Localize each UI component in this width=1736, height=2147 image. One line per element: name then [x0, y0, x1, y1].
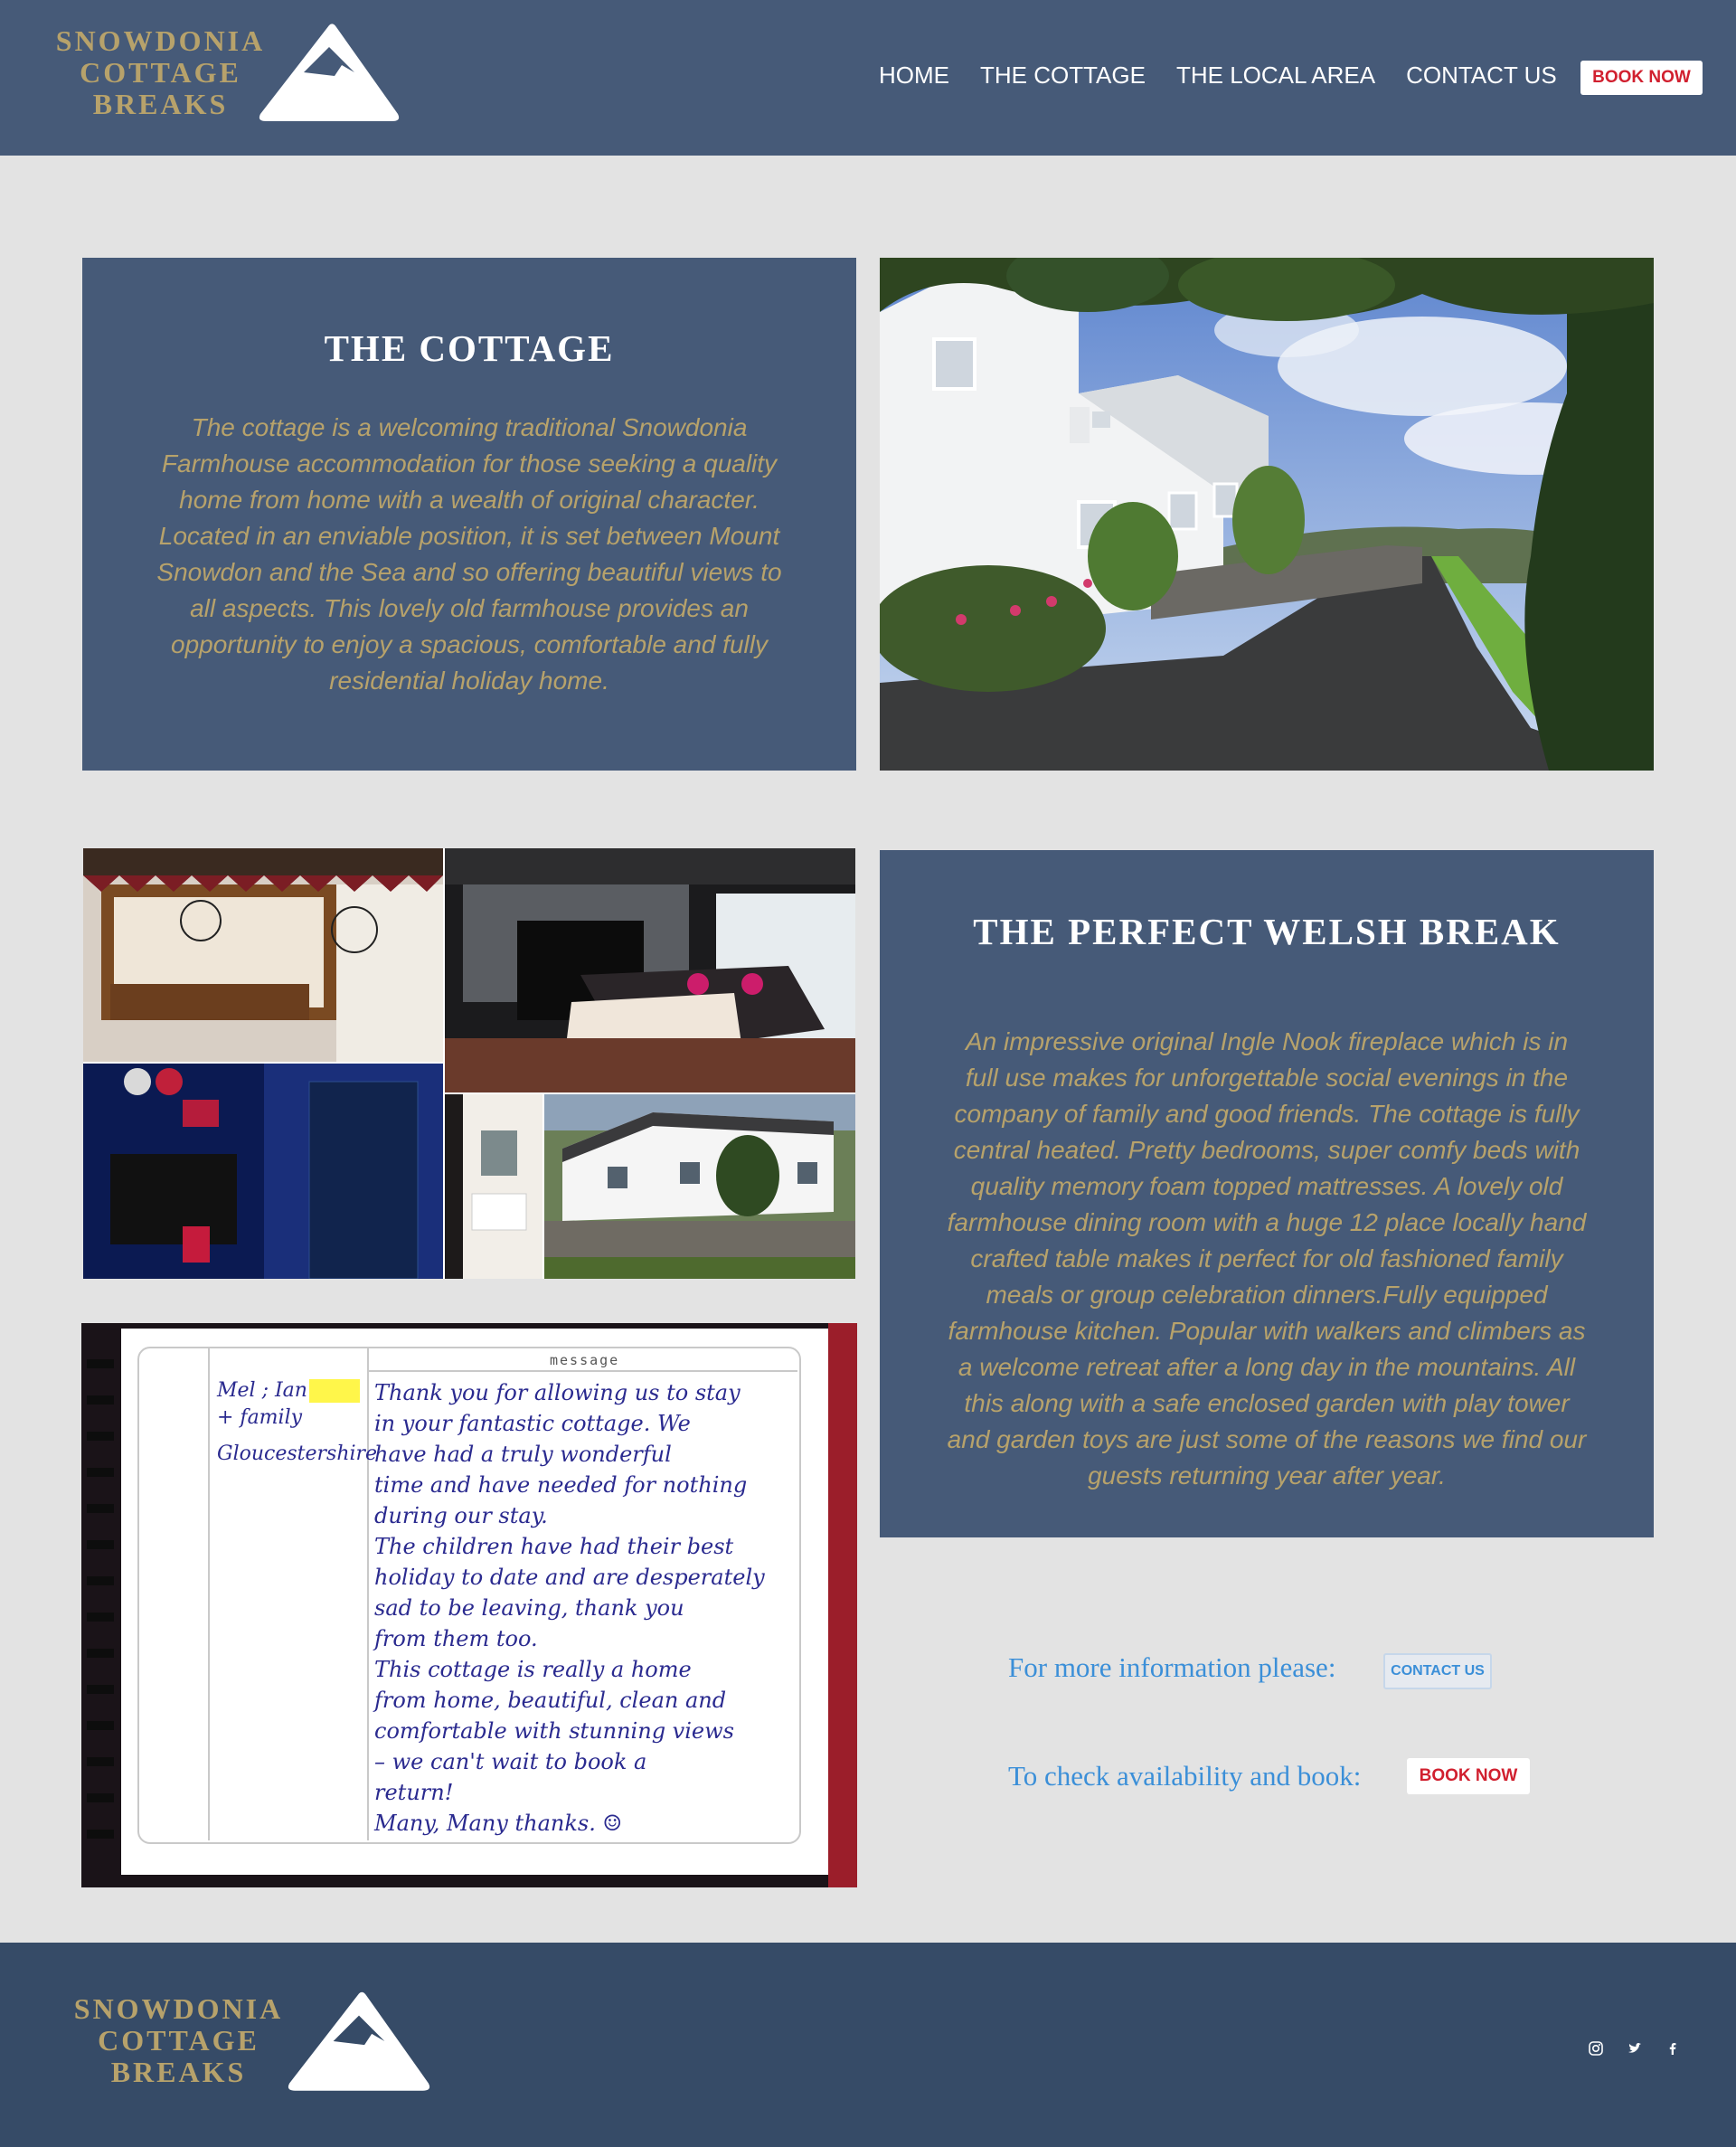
facebook-icon[interactable]: [1663, 2038, 1683, 2058]
footer-brand-line-1: SNOWDONIA: [73, 1992, 284, 2025]
contact-us-button[interactable]: CONTACT US: [1383, 1653, 1492, 1689]
guestbook-column-divider: [208, 1347, 210, 1840]
check-availability-text: To check availability and book:: [1008, 1760, 1362, 1792]
nav-the-cottage[interactable]: THE COTTAGE: [980, 61, 1146, 90]
nav-the-local-area[interactable]: THE LOCAL AREA: [1176, 61, 1375, 90]
notebook-binding-rings: [87, 1359, 114, 1839]
nav-home[interactable]: HOME: [879, 61, 949, 90]
cottage-exterior-photo: [880, 258, 1654, 771]
twitter-icon[interactable]: [1625, 2038, 1645, 2058]
cta-book-now-button[interactable]: BOOK NOW: [1407, 1758, 1530, 1794]
more-info-text: For more information please:: [1008, 1651, 1336, 1683]
footer-brand-line-3: BREAKS: [110, 2056, 247, 2088]
footer-brand-logo-text[interactable]: SNOWDONIA COTTAGE BREAKS: [63, 1993, 294, 2088]
nav-contact-us[interactable]: CONTACT US: [1406, 61, 1557, 90]
guestbook-photo: message Mel ; Ian + family Gloucestershi…: [81, 1323, 857, 1887]
footer-mountain-logo-icon[interactable]: [286, 1988, 432, 2093]
dining-room-photo: [83, 848, 443, 1062]
interior-photo-collage: [83, 848, 855, 1279]
guestbook-header-label: message: [550, 1352, 620, 1368]
guestbook-header-rule: [369, 1370, 797, 1372]
welsh-break-title: THE PERFECT WELSH BREAK: [973, 911, 1561, 952]
cottage-front-photo: [544, 1094, 855, 1279]
guestbook-message: Thank you for allowing us to stay in you…: [374, 1380, 765, 1836]
welsh-break-panel: THE PERFECT WELSH BREAK An impressive or…: [880, 850, 1654, 1537]
bathroom-photo: [445, 1094, 542, 1279]
guestbook-highlight: [309, 1379, 360, 1403]
footer-brand-line-2: COTTAGE: [98, 2024, 259, 2057]
instagram-icon[interactable]: [1586, 2038, 1606, 2058]
main-nav: HOME THE COTTAGE THE LOCAL AREA CONTACT …: [879, 61, 1588, 90]
welsh-break-description: An impressive original Ingle Nook firepl…: [947, 1027, 1587, 1490]
brand-logo-text[interactable]: SNOWDONIA COTTAGE BREAKS: [45, 25, 276, 120]
cottage-panel: THE COTTAGE The cottage is a welcoming t…: [82, 258, 856, 771]
cottage-description: The cottage is a welcoming traditional S…: [156, 413, 782, 695]
header-book-now-button[interactable]: BOOK NOW: [1580, 61, 1703, 95]
living-room-fireplace-photo: [445, 848, 855, 1092]
cottage-title: THE COTTAGE: [324, 327, 615, 369]
brand-line-1: SNOWDONIA: [55, 24, 266, 57]
brand-line-2: COTTAGE: [80, 56, 241, 89]
brand-line-3: BREAKS: [92, 88, 229, 120]
mountain-logo-icon[interactable]: [257, 20, 401, 123]
kitchen-photo: [83, 1064, 443, 1279]
site-header: SNOWDONIA COTTAGE BREAKS HOME THE COTTAG…: [0, 0, 1736, 156]
